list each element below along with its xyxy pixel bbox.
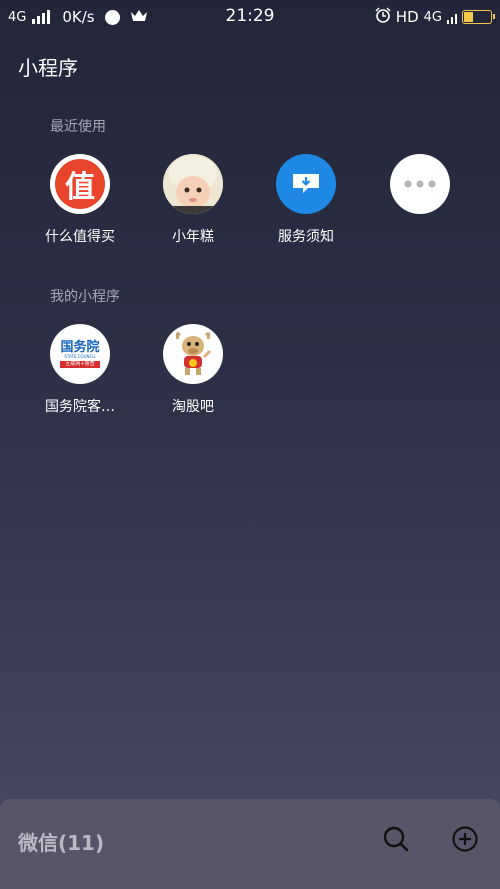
wechat-title: 微信(11) (18, 831, 105, 855)
page-title: 小程序 (18, 56, 78, 80)
more-mini-apps-button[interactable] (370, 154, 470, 214)
mini-app-zhidemai[interactable]: 值 什么值得买 (30, 154, 130, 246)
status-bar: 4G 0K/s 21:29 HD 4G (0, 0, 500, 34)
more-icon (390, 154, 450, 214)
bull-mascot-icon (163, 324, 223, 384)
mini-app-label: 服务须知 (278, 229, 334, 245)
mini-app-label: 国务院客… (45, 399, 115, 415)
mini-app-xiaoniangao[interactable]: 小年糕 (143, 154, 243, 246)
battery-icon (462, 10, 495, 24)
mini-app-service-notice[interactable]: 服务须知 (256, 154, 356, 246)
add-circle-icon[interactable] (451, 825, 479, 853)
wechat-bottom-bar[interactable]: 微信(11) (0, 799, 500, 889)
state-council-logo-icon: 国务院 STATE COUNCIL 互联网+督查 (50, 324, 110, 384)
baby-avatar-icon (163, 154, 223, 214)
service-notice-icon (276, 154, 336, 214)
alarm-icon (375, 7, 391, 27)
mini-app-label: 小年糕 (172, 229, 214, 245)
my-mini-apps-section-label: 我的小程序 (50, 289, 120, 305)
mini-app-label: 什么值得买 (45, 229, 115, 245)
mini-app-state-council[interactable]: 国务院 STATE COUNCIL 互联网+督查 国务院客… (30, 324, 130, 416)
mini-app-taoguba[interactable]: 淘股吧 (143, 324, 243, 416)
zhi-logo-icon: 值 (50, 154, 110, 214)
network-type-right: 4G (423, 9, 442, 25)
recent-section-label: 最近使用 (50, 119, 106, 135)
signal-strength-right-icon (447, 10, 457, 24)
hd-label: HD (395, 8, 419, 26)
search-icon[interactable] (382, 825, 410, 853)
mini-app-label: 淘股吧 (172, 399, 214, 415)
